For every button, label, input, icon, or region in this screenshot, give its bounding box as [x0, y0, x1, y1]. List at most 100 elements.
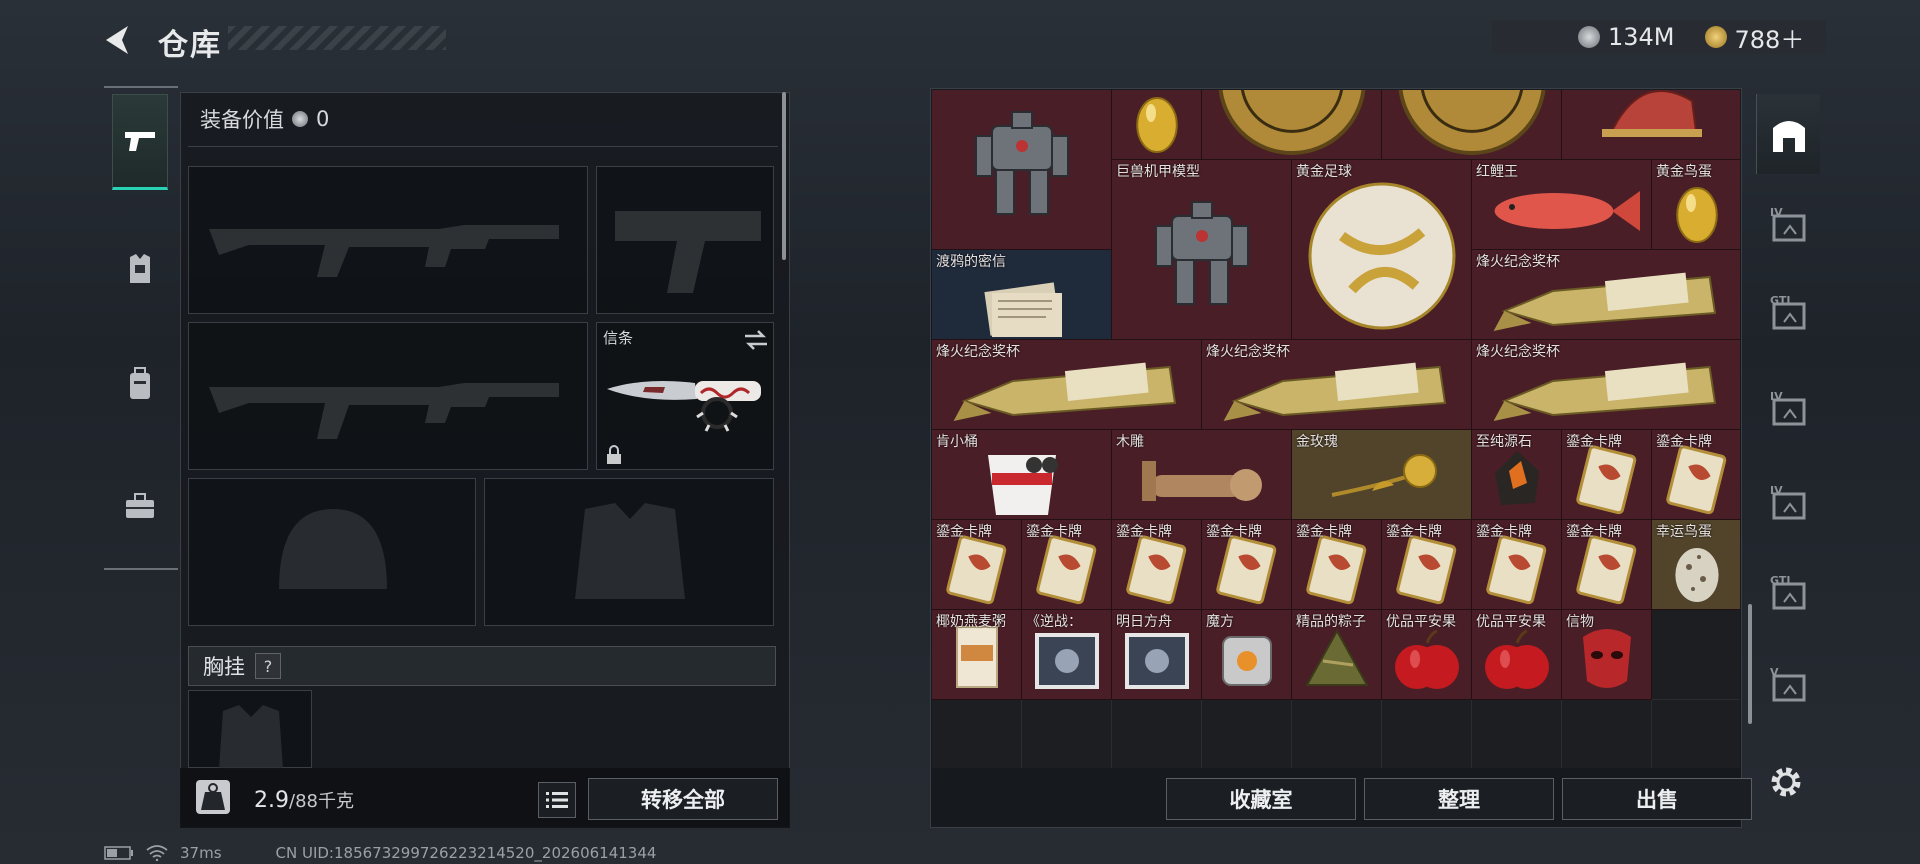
tab-toolbox[interactable]: [112, 458, 168, 554]
stash-item[interactable]: 鎏金卡牌: [1562, 430, 1652, 520]
stash-item[interactable]: 鎏金卡牌: [1652, 430, 1740, 520]
stash-item[interactable]: 魔方: [1202, 610, 1292, 700]
stash-item-name: 木雕: [1116, 434, 1144, 450]
stash-item[interactable]: 鎏金卡牌: [1292, 520, 1382, 610]
secondary-weapon-slot[interactable]: [188, 322, 588, 470]
stash-item[interactable]: 巨兽机甲模型: [932, 90, 1112, 250]
tab-backpack[interactable]: [112, 336, 168, 432]
empty-slot[interactable]: [1652, 700, 1740, 768]
gold-amount[interactable]: 788＋: [1735, 20, 1805, 55]
back-button[interactable]: [100, 22, 136, 58]
stash-item[interactable]: 优品平安果: [1472, 610, 1562, 700]
empty-slot[interactable]: [1292, 700, 1382, 768]
stash-tab[interactable]: IV: [1756, 186, 1820, 266]
weight-icon: [196, 780, 230, 814]
empty-slot[interactable]: [1652, 610, 1740, 700]
stash-item-name: 魔方: [1206, 614, 1234, 630]
stash-item-name: 红鲤王: [1476, 164, 1518, 180]
stash-tab[interactable]: [1756, 94, 1820, 174]
stash-item[interactable]: 烽火纪念奖杯: [1472, 250, 1740, 340]
stash-item[interactable]: 优品平安果: [1382, 610, 1472, 700]
backpack-icon: [130, 367, 150, 399]
empty-slot[interactable]: [932, 700, 1022, 768]
list-view-button[interactable]: [538, 782, 576, 818]
gold-coin-icon: [1704, 26, 1727, 48]
stash-item[interactable]: 信物: [1562, 610, 1652, 700]
tab-armor[interactable]: [112, 222, 168, 318]
settings-button[interactable]: [1768, 764, 1804, 800]
armor-slot[interactable]: [484, 478, 774, 626]
stash-item-name: 幸运鸟蛋: [1656, 524, 1712, 540]
stash-item-name: 鎏金卡牌: [1296, 524, 1352, 540]
collection-room-button[interactable]: 收藏室: [1166, 778, 1356, 820]
stash-item[interactable]: 红鲤王: [1472, 160, 1652, 250]
stash-tab[interactable]: V: [1756, 646, 1820, 726]
stash-item[interactable]: 肯小桶: [932, 430, 1112, 520]
stash-item[interactable]: 烽火纪念奖杯: [932, 340, 1202, 430]
scrollbar[interactable]: [782, 92, 786, 260]
chest-rig-header: 胸挂 ?: [188, 646, 776, 686]
swap-icon[interactable]: [743, 329, 769, 351]
empty-slot[interactable]: [1472, 700, 1562, 768]
empty-slot[interactable]: [1022, 700, 1112, 768]
stash-item[interactable]: 鎏金卡牌: [1382, 520, 1472, 610]
stash-item[interactable]: 黄金鸟蛋: [1652, 160, 1740, 250]
chest-rig-slot[interactable]: [188, 690, 312, 769]
stash-item[interactable]: 鎏金卡牌: [1022, 520, 1112, 610]
empty-slot[interactable]: [1112, 700, 1202, 768]
stash-item[interactable]: 烽火纪念奖杯: [1472, 340, 1740, 430]
stash-item[interactable]: 至纯源石: [1472, 430, 1562, 520]
sort-button[interactable]: 整理: [1364, 778, 1554, 820]
stash-item[interactable]: [1382, 90, 1562, 160]
melee-slot[interactable]: 信条: [596, 322, 774, 470]
stash-item[interactable]: 黄金鸟蛋: [1112, 90, 1202, 160]
stash-tab-icon: IV: [1770, 206, 1806, 242]
stash-tab[interactable]: IV: [1756, 464, 1820, 544]
helmet-slot[interactable]: [188, 478, 476, 626]
stash-item[interactable]: 幸运鸟蛋: [1652, 520, 1740, 610]
primary-weapon-slot[interactable]: [188, 166, 588, 314]
empty-slot[interactable]: [1382, 700, 1472, 768]
stash-item[interactable]: 椰奶燕麦粥: [932, 610, 1022, 700]
tab-weapons[interactable]: [112, 94, 168, 190]
armor-icon: [130, 254, 150, 283]
stash-item[interactable]: 鎏金卡牌: [1472, 520, 1562, 610]
stash-item[interactable]: 鎏金卡牌: [1202, 520, 1292, 610]
stash-item-name: 鎏金卡牌: [1566, 524, 1622, 540]
scrollbar[interactable]: [1748, 604, 1752, 724]
help-icon[interactable]: ?: [255, 653, 281, 679]
stash-item[interactable]: 鎏金卡牌: [932, 520, 1022, 610]
stash-tab-label: IV: [1770, 484, 1783, 497]
title-decoration: [228, 26, 446, 50]
stash-tab[interactable]: GTI: [1756, 554, 1820, 634]
stash-item[interactable]: 金玫瑰: [1292, 430, 1472, 520]
stash-item[interactable]: 烽火纪念奖杯: [1202, 340, 1472, 430]
silver-amount: 134M: [1608, 23, 1675, 51]
stash-item[interactable]: [1562, 90, 1740, 160]
stash-item-name: 鎏金卡牌: [936, 524, 992, 540]
sell-button[interactable]: 出售: [1562, 778, 1752, 820]
stash-item[interactable]: 渡鸦的密信: [932, 250, 1112, 340]
stash-tab[interactable]: GTI: [1756, 274, 1820, 354]
pistol-slot[interactable]: [596, 166, 774, 314]
stash-item[interactable]: 鎏金卡牌: [1112, 520, 1202, 610]
stash-tab-icon: GTI: [1770, 294, 1806, 330]
empty-slot[interactable]: [1202, 700, 1292, 768]
stash-item[interactable]: 黄金足球: [1292, 160, 1472, 340]
stash-item[interactable]: 鎏金卡牌: [1562, 520, 1652, 610]
stash-grid: 巨兽机甲模型黄金鸟蛋巨兽机甲模型黄金足球红鲤王黄金鸟蛋渡鸦的密信烽火纪念奖杯烽火…: [932, 90, 1740, 768]
stash-item[interactable]: [1202, 90, 1382, 160]
stash-tabs: IV GTI IV IV GTI V: [1756, 94, 1820, 754]
stash-item-name: 鎏金卡牌: [1116, 524, 1172, 540]
stash-item[interactable]: 《逆战：: [1022, 610, 1112, 700]
transfer-all-button[interactable]: 转移全部: [588, 778, 778, 820]
stash-tab[interactable]: IV: [1756, 370, 1820, 450]
stash-item[interactable]: 木雕: [1112, 430, 1292, 520]
stash-item-name: 椰奶燕麦粥: [936, 614, 1006, 630]
empty-slot[interactable]: [1562, 700, 1652, 768]
stash-item[interactable]: 巨兽机甲模型: [1112, 160, 1292, 340]
stash-item-name: 黄金鸟蛋: [1656, 164, 1712, 180]
stash-item[interactable]: 精品的粽子: [1292, 610, 1382, 700]
battery-icon: [104, 846, 133, 860]
stash-item[interactable]: 明日方舟: [1112, 610, 1202, 700]
